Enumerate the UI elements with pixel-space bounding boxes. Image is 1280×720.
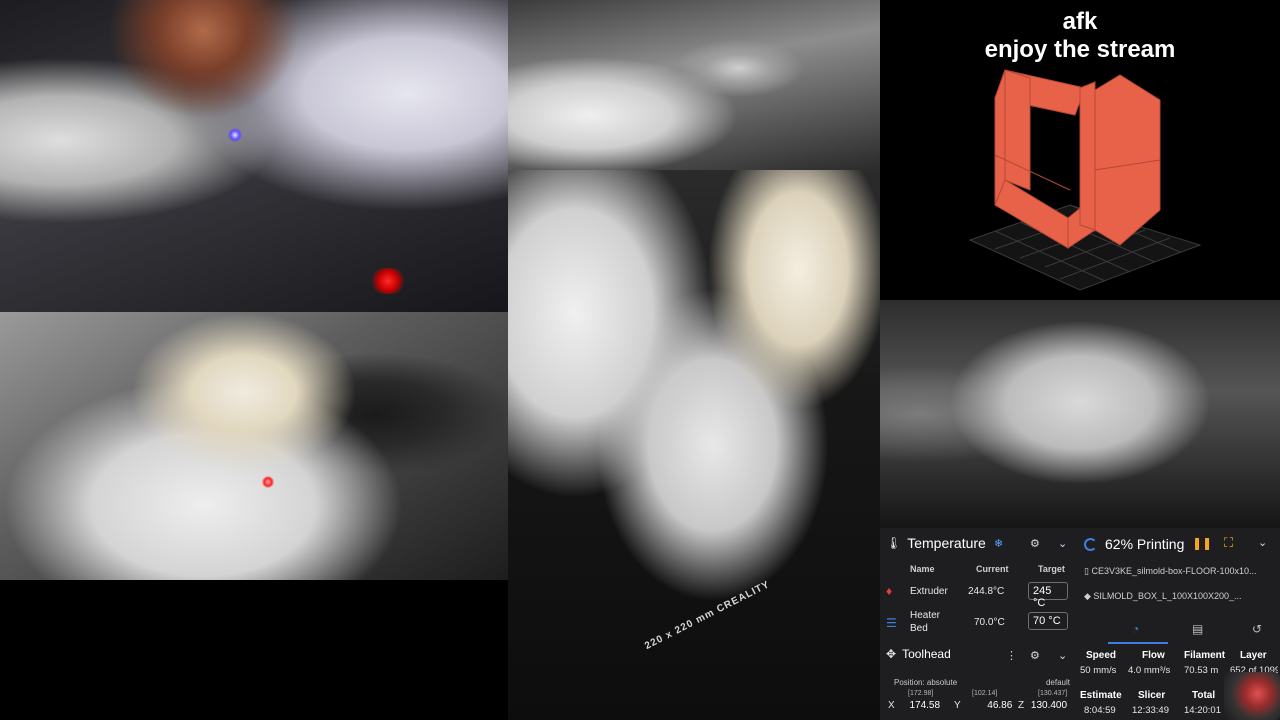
exclude-object-icon[interactable]: ⛶ [1224, 535, 1233, 551]
estimate-header: Estimate [1080, 690, 1122, 701]
progress-spinner-icon [1084, 537, 1097, 551]
z-value[interactable]: 130.400 [1031, 700, 1067, 711]
file-row-2: ◆ SILMOLD_BOX_L_100X100X200_... [1084, 591, 1274, 602]
tab-status[interactable]: ◔ [1132, 622, 1139, 636]
toolhead-header: ✥ Toolhead [880, 636, 1074, 672]
camera-feed-nozzle [0, 0, 508, 312]
z-commanded: [130.437] [1038, 690, 1068, 697]
axis-y: Y [102.14] 46.86 [954, 690, 1013, 711]
axis-z: Z [130.437] 130.400 [1018, 690, 1068, 711]
file-row-1: ▯ CE3V3KE_silmold-box-FLOOR-100x10... [1084, 566, 1274, 577]
slicer-value: 12:33:49 [1132, 705, 1169, 716]
position-mode: Position: absolute [894, 678, 958, 687]
file-name-1: CE3V3KE_silmold-box-FLOOR-100x10... [1091, 566, 1257, 576]
x-value[interactable]: 174.58 [909, 700, 940, 711]
camera-feed-side [0, 312, 508, 580]
toolhead-gear-icon[interactable]: ⚙ [1030, 649, 1040, 662]
col-name: Name [910, 564, 935, 574]
speed-header: Speed [1086, 650, 1117, 661]
col-current: Current [976, 564, 1009, 574]
thermometer-icon: 🌡 [886, 536, 902, 550]
extruder-icon: ♦ [886, 584, 893, 598]
y-commanded: [102.14] [972, 690, 998, 697]
total-value: 14:20:01 [1184, 705, 1221, 716]
filament-value: 70.53 m [1184, 665, 1219, 676]
extruder-current: 244.8°C [968, 586, 1005, 597]
x-commanded: [172.98] [908, 690, 934, 697]
filament-header: Filament [1184, 650, 1226, 661]
toolhead-chevron-icon[interactable]: ⌄ [1058, 649, 1067, 662]
flow-header: Flow [1142, 650, 1165, 661]
toolhead-title: Toolhead [902, 647, 951, 661]
estimate-value: 8:04:59 [1084, 705, 1116, 716]
axis-x: X [172.98] 174.58 [888, 690, 941, 711]
slicer-header: Slicer [1138, 690, 1166, 701]
status-header: 62% Printing [1084, 536, 1184, 552]
more-icon[interactable]: ⋮ [1006, 649, 1017, 662]
heater-bed-label: Heater Bed [910, 610, 941, 634]
profile-label: default [1045, 678, 1070, 687]
move-icon: ✥ [886, 647, 897, 661]
heater-bed-target-input[interactable]: 70 °C [1028, 612, 1068, 630]
toolhead-panel: ✥ Toolhead ⋮ ⚙ ⌄ Position: absolute defa… [880, 636, 1074, 720]
y-value[interactable]: 46.86 [987, 700, 1012, 711]
model-preview-3d [968, 69, 1202, 291]
tab-files[interactable]: ▤ [1192, 622, 1203, 636]
heater-bed-icon: ☰ [886, 616, 897, 630]
camera-feed-figure [508, 0, 880, 170]
webcam-thumbnail [1224, 672, 1280, 720]
total-header: Total [1192, 690, 1216, 701]
gear-icon[interactable]: ⚙ [1030, 537, 1040, 550]
file-name-2: SILMOLD_BOX_L_100X100X200_... [1093, 591, 1242, 601]
pause-icon[interactable]: ❚❚ [1192, 536, 1212, 550]
speed-value: 50 mm/s [1080, 665, 1117, 676]
slicer-preview: afk enjoy the stream [880, 0, 1280, 300]
object-icon: ◆ [1084, 591, 1094, 601]
status-chevron-icon[interactable]: ⌄ [1258, 536, 1267, 549]
blue-led [228, 128, 242, 142]
snowflake-icon[interactable]: ❄ [994, 537, 1003, 550]
col-target: Target [1038, 564, 1065, 574]
temperature-title: Temperature [907, 535, 986, 551]
camera-feed-bed: 220 x 220 mm CREALITY [508, 170, 880, 720]
extruder-label: Extruder [910, 586, 948, 597]
status-panel: 62% Printing ❚❚ ⛶ ⌄ ▯ CE3V3KE_silmold-bo… [1074, 528, 1280, 720]
camera-feed-top [880, 300, 1280, 528]
temperature-panel: 🌡 Temperature ❄ ⚙ ⌄ Name Current Target … [880, 528, 1074, 636]
flow-value: 4.0 mm³/s [1128, 665, 1171, 676]
chevron-down-icon[interactable]: ⌄ [1058, 537, 1067, 550]
red-led [262, 476, 274, 488]
layer-header: Layer [1240, 650, 1267, 661]
bed-label: 220 x 220 mm CREALITY [643, 579, 772, 652]
status-title: 62% Printing [1105, 536, 1185, 552]
temperature-header: 🌡 Temperature [880, 528, 1074, 558]
tab-history[interactable]: ↺ [1252, 622, 1262, 636]
active-tab-indicator [1108, 642, 1168, 644]
extruder-target-input[interactable]: 245 °C [1028, 582, 1068, 609]
heater-bed-current: 70.0°C [974, 617, 1005, 628]
red-laser-dot [368, 268, 408, 294]
